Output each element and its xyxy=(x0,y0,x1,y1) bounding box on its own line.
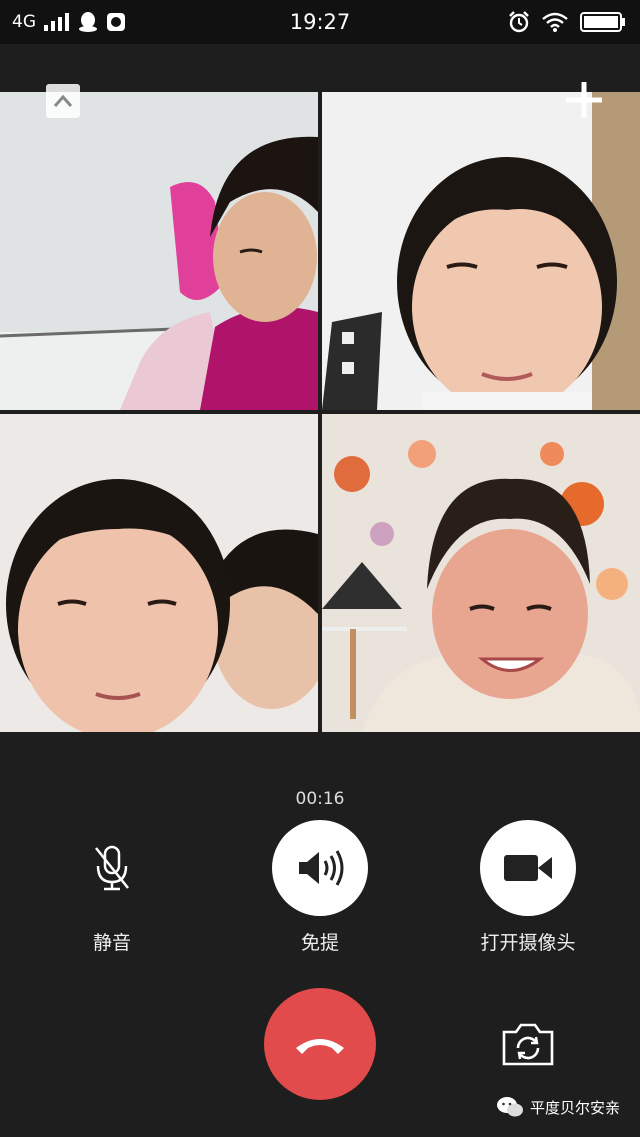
clock: 19:27 xyxy=(289,10,351,34)
video-tile-3[interactable] xyxy=(0,414,318,732)
collapse-button[interactable] xyxy=(46,84,80,118)
plus-icon xyxy=(566,82,602,118)
camera-label: 打开摄像头 xyxy=(480,932,576,954)
mute-button[interactable] xyxy=(64,820,160,916)
participant-video-4 xyxy=(322,414,640,732)
camera-button[interactable] xyxy=(480,820,576,916)
video-tile-2[interactable] xyxy=(322,92,640,410)
call-timer: 00:16 xyxy=(295,789,345,809)
phone-hangup-icon xyxy=(296,1039,344,1054)
speaker-icon xyxy=(299,850,344,886)
mute-label: 静音 xyxy=(92,932,131,954)
video-grid xyxy=(0,92,640,732)
speaker-button[interactable] xyxy=(272,820,368,916)
video-camera-icon xyxy=(504,855,552,881)
camera-switch-icon xyxy=(502,1023,554,1066)
status-bar: 4G 19:27 xyxy=(0,0,640,44)
camera-control[interactable]: 打开摄像头 xyxy=(448,820,608,955)
participant-video-2 xyxy=(322,92,640,410)
mute-control[interactable]: 静音 xyxy=(32,820,192,955)
microphone-off-icon xyxy=(95,845,129,891)
switch-camera-button[interactable] xyxy=(500,1020,556,1068)
add-participant-button[interactable] xyxy=(562,78,606,122)
chevron-up-icon xyxy=(53,94,73,107)
speaker-control[interactable]: 免提 xyxy=(240,820,400,955)
participant-video-3 xyxy=(0,414,318,732)
hangup-button[interactable] xyxy=(264,988,376,1100)
watermark-text: 平度贝尔安亲 xyxy=(529,1098,620,1117)
wechat-icon xyxy=(496,1097,523,1117)
participant-video-1 xyxy=(0,92,318,410)
watermark: 平度贝尔安亲 xyxy=(496,1096,620,1118)
speaker-label: 免提 xyxy=(300,932,339,954)
video-tile-1[interactable] xyxy=(0,92,318,410)
video-tile-4[interactable] xyxy=(322,414,640,732)
